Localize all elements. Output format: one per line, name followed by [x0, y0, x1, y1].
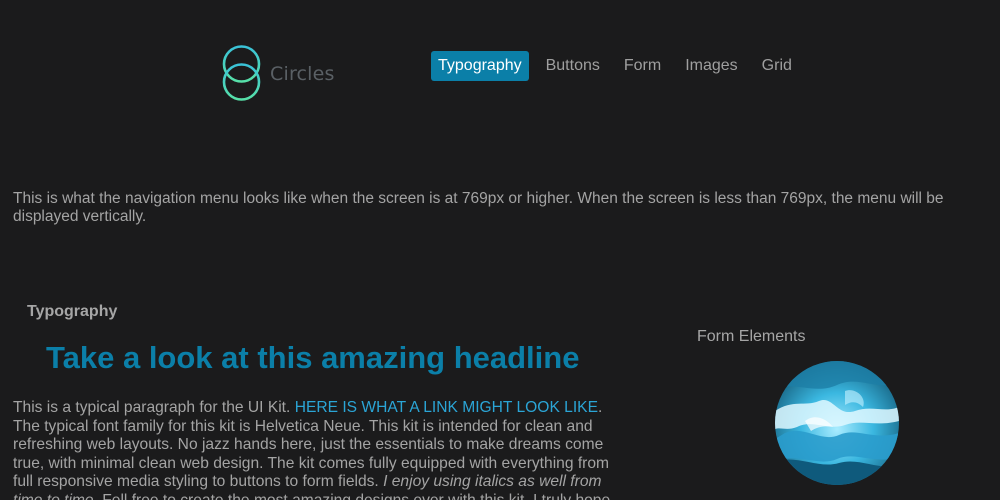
paragraph-lead: This is a typical paragraph for the UI K… [13, 399, 295, 416]
nav-item-images[interactable]: Images [678, 51, 744, 81]
nav-item-form[interactable]: Form [617, 51, 668, 81]
sample-link[interactable]: HERE IS WHAT A LINK MIGHT LOOK LIKE [295, 399, 598, 416]
nav-item-grid[interactable]: Grid [755, 51, 799, 81]
logo-text: Circles [270, 63, 335, 85]
form-elements-title: Form Elements [697, 328, 806, 345]
circles-logo[interactable]: Circles [221, 45, 336, 103]
main-nav: Typography Buttons Form Images Grid [431, 50, 809, 81]
headline: Take a look at this amazing headline [46, 340, 580, 375]
paragraph-tail: . Fell free to create the most amazing d… [93, 491, 611, 500]
interlocking-circles-icon [222, 45, 261, 101]
page: Circles Typography Buttons Form Images G… [0, 0, 1000, 500]
nav-info-text: This is what the navigation menu looks l… [13, 190, 944, 225]
ocean-wave-image [775, 361, 899, 485]
nav-item-buttons[interactable]: Buttons [539, 51, 607, 81]
typography-paragraph: This is a typical paragraph for the UI K… [13, 399, 623, 500]
section-title-typography: Typography [27, 303, 118, 320]
nav-item-typography[interactable]: Typography [431, 50, 529, 81]
